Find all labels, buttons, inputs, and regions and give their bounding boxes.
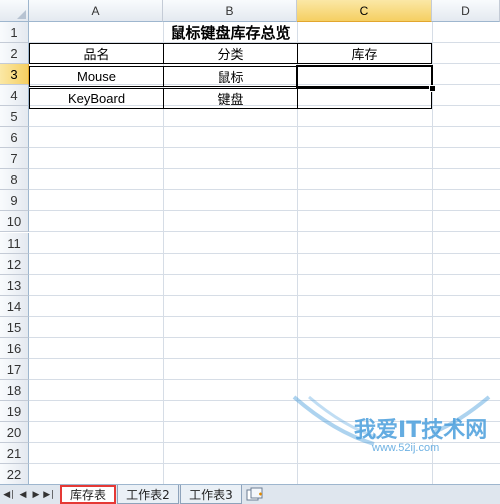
row-header-10[interactable]: 10 — [0, 211, 29, 232]
prev-sheet-icon[interactable]: ◀ — [17, 488, 29, 501]
watermark-url: www.52ij.com — [372, 442, 440, 454]
row-header-8[interactable]: 8 — [0, 169, 29, 190]
row-header-17[interactable]: 17 — [0, 359, 29, 380]
select-all-corner[interactable] — [0, 0, 29, 22]
row-header-22[interactable]: 22 — [0, 464, 29, 484]
cell-b3[interactable]: 鼠标 — [163, 66, 298, 87]
row-header-3[interactable]: 3 — [0, 64, 29, 85]
cell-c4[interactable] — [297, 88, 432, 109]
spreadsheet-grid[interactable]: A B C D 1 2 3 4 5 6 7 8 9 10 11 12 13 14 15 16 17 18 19 20 2… — [0, 0, 500, 484]
tab-sheet3[interactable]: 工作表3 — [180, 485, 242, 504]
row-header-5[interactable]: 5 — [0, 106, 29, 127]
next-sheet-icon[interactable]: ▶ — [30, 488, 42, 501]
row-header-21[interactable]: 21 — [0, 443, 29, 464]
cell-a3[interactable]: Mouse — [29, 66, 164, 87]
row-header-19[interactable]: 19 — [0, 401, 29, 422]
column-header-b[interactable]: B — [163, 0, 297, 22]
row-header-1[interactable]: 1 — [0, 22, 29, 43]
tab-sheet2[interactable]: 工作表2 — [117, 485, 179, 504]
cell-c2[interactable]: 库存 — [297, 43, 432, 64]
row-header-11[interactable]: 11 — [0, 233, 29, 254]
row-header-16[interactable]: 16 — [0, 338, 29, 359]
sheet-tab-bar: ◀∣ ◀ ▶ ▶∣ 库存表 工作表2 工作表3 — [0, 484, 500, 504]
row-header-15[interactable]: 15 — [0, 317, 29, 338]
row-header-7[interactable]: 7 — [0, 148, 29, 169]
last-sheet-icon[interactable]: ▶∣ — [43, 488, 55, 501]
cell-b2[interactable]: 分类 — [163, 43, 298, 64]
row-header-9[interactable]: 9 — [0, 190, 29, 211]
first-sheet-icon[interactable]: ◀∣ — [3, 488, 15, 501]
column-header-c[interactable]: C — [297, 0, 432, 22]
column-header-a[interactable]: A — [29, 0, 163, 22]
fill-handle[interactable] — [429, 85, 436, 92]
row-header-4[interactable]: 4 — [0, 85, 29, 106]
watermark-text: 我爱IT技术网 — [354, 418, 488, 443]
row-header-13[interactable]: 13 — [0, 275, 29, 296]
row-header-18[interactable]: 18 — [0, 380, 29, 401]
column-header-d[interactable]: D — [432, 0, 500, 22]
active-cell-selection — [296, 65, 433, 89]
watermark: 我爱IT技术网 www.52ij.com — [274, 392, 494, 462]
cell-a4[interactable]: KeyBoard — [29, 88, 164, 109]
tab-sheet-inventory[interactable]: 库存表 — [60, 485, 116, 504]
row-header-2[interactable]: 2 — [0, 43, 29, 64]
row-header-6[interactable]: 6 — [0, 127, 29, 148]
row-header-14[interactable]: 14 — [0, 296, 29, 317]
cell-a1-title[interactable]: 鼠标键盘库存总览 — [29, 22, 432, 43]
row-header-20[interactable]: 20 — [0, 422, 29, 443]
cell-a2[interactable]: 品名 — [29, 43, 164, 64]
insert-sheet-icon[interactable] — [246, 487, 264, 501]
cell-b4[interactable]: 键盘 — [163, 88, 298, 109]
row-header-12[interactable]: 12 — [0, 254, 29, 275]
watermark-wings-icon — [292, 395, 491, 446]
